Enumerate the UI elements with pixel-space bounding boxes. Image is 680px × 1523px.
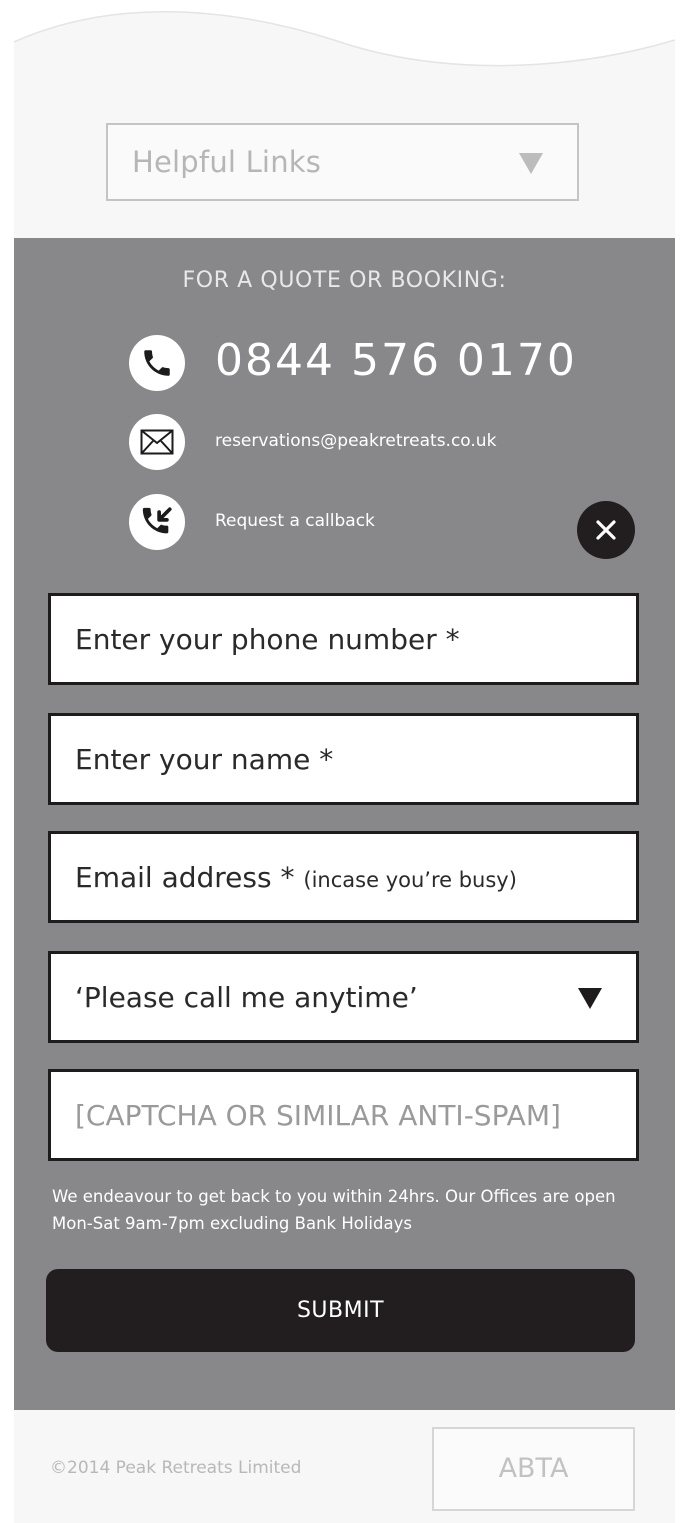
envelope-icon <box>129 414 185 470</box>
helpful-links-dropdown[interactable]: Helpful Links <box>106 123 579 201</box>
phone-number-link[interactable]: 0844 576 0170 <box>215 335 577 386</box>
email-field[interactable]: Email address * (incase you’re busy) <box>48 831 639 923</box>
contact-heading: FOR A QUOTE OR BOOKING: <box>182 268 507 293</box>
email-placeholder-wrap: Email address * (incase you’re busy) <box>75 861 517 894</box>
callback-icon <box>129 494 185 550</box>
call-time-select[interactable]: ‘Please call me anytime’ <box>48 951 639 1043</box>
phone-number-placeholder: Enter your phone number * <box>75 623 460 656</box>
request-callback-link[interactable]: Request a callback <box>215 511 375 531</box>
captcha-placeholder: [CAPTCHA OR SIMILAR ANTI-SPAM] <box>75 1099 561 1132</box>
name-field[interactable]: Enter your name * <box>48 713 639 805</box>
email-placeholder: Email address * <box>75 861 295 894</box>
name-placeholder: Enter your name * <box>75 743 334 776</box>
email-hint: (incase you’re busy) <box>303 868 517 892</box>
mobile-page: Helpful Links FOR A QUOTE OR BOOKING: 08… <box>14 0 675 1523</box>
close-icon[interactable] <box>577 501 635 559</box>
copyright-text: ©2014 Peak Retreats Limited <box>50 1458 302 1478</box>
captcha-field[interactable]: [CAPTCHA OR SIMILAR ANTI-SPAM] <box>48 1069 639 1161</box>
abta-logo: ABTA <box>432 1427 635 1511</box>
office-hours-note: We endeavour to get back to you within 2… <box>52 1187 616 1233</box>
phone-icon <box>129 335 185 391</box>
phone-number-field[interactable]: Enter your phone number * <box>48 593 639 685</box>
helpful-links-label: Helpful Links <box>132 145 322 179</box>
decorative-wave <box>14 0 675 67</box>
submit-button[interactable]: SUBMIT <box>46 1269 635 1352</box>
triangle-down-icon <box>519 153 543 174</box>
triangle-down-icon <box>578 988 602 1009</box>
email-link[interactable]: reservations@peakretreats.co.uk <box>215 431 496 451</box>
call-time-value: ‘Please call me anytime’ <box>75 981 418 1014</box>
